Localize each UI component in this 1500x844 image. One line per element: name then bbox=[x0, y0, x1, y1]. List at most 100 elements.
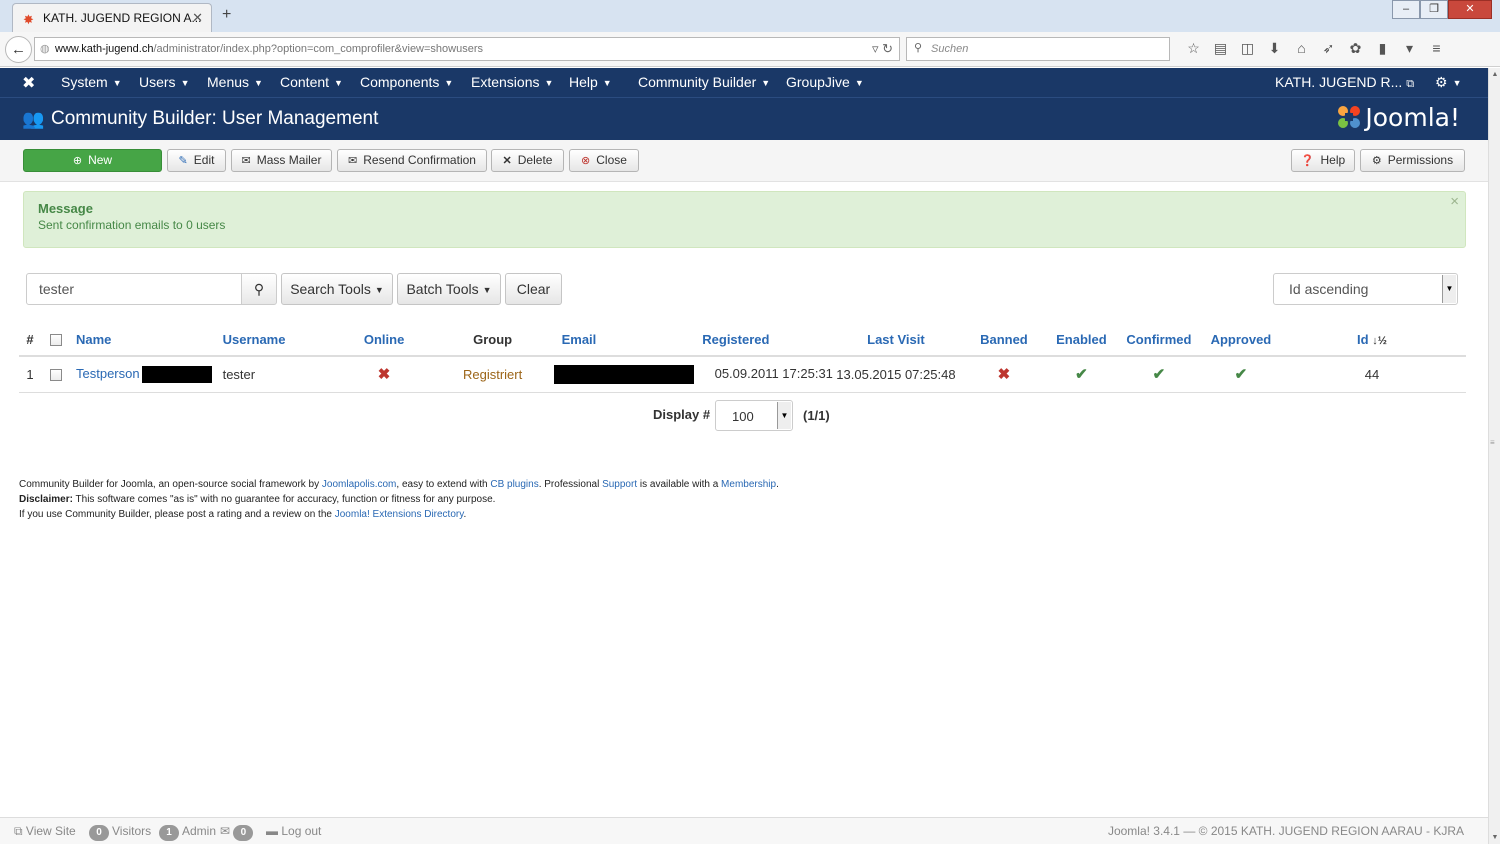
home-icon[interactable]: ⌂ bbox=[1288, 40, 1315, 57]
send-icon[interactable]: ➶ bbox=[1315, 40, 1342, 57]
minimize-icon[interactable]: – bbox=[1392, 0, 1420, 19]
address-bar[interactable]: ◍ www.kath-jugend.ch/administrator/index… bbox=[34, 37, 900, 61]
confirmed-cell[interactable]: ✔ bbox=[1113, 356, 1204, 393]
search-input[interactable]: tester bbox=[26, 273, 242, 305]
clear-button[interactable]: Clear bbox=[505, 273, 562, 305]
help-button[interactable]: ❓ Help bbox=[1291, 149, 1355, 172]
scroll-grip-icon[interactable]: ≡ bbox=[1490, 438, 1495, 447]
edit-button[interactable]: ✎ Edit bbox=[167, 149, 226, 172]
col-group: Group bbox=[431, 323, 554, 357]
row-select-cell bbox=[41, 356, 71, 393]
col-registered[interactable]: Registered bbox=[638, 323, 833, 357]
scroll-up-icon[interactable]: ▲ bbox=[1490, 71, 1500, 78]
joomla-brand-logo: Joomla! bbox=[1335, 103, 1460, 132]
new-tab-icon[interactable]: + bbox=[222, 6, 231, 24]
messages-status[interactable]: ✉ 0 bbox=[220, 824, 256, 841]
button-label: New bbox=[88, 153, 113, 167]
col-confirmed[interactable]: Confirmed bbox=[1113, 323, 1204, 357]
menu-content[interactable]: Content ▼ bbox=[280, 74, 343, 90]
footer-text: Community Builder for Joomla, an open-so… bbox=[19, 479, 322, 490]
minus-icon: ▬ bbox=[266, 824, 278, 838]
banned-cell[interactable]: ✖ bbox=[958, 356, 1049, 393]
close-button[interactable]: ⊗ Close bbox=[569, 149, 639, 172]
col-enabled[interactable]: Enabled bbox=[1048, 323, 1114, 357]
admin-badge: 1 bbox=[159, 825, 179, 841]
row-checkbox[interactable] bbox=[50, 369, 62, 382]
display-limit-select[interactable]: 100 ▼ bbox=[715, 400, 793, 431]
col-approved[interactable]: Approved bbox=[1203, 323, 1278, 357]
menu-menus[interactable]: Menus ▼ bbox=[207, 74, 263, 90]
footer-text: If you use Community Builder, please pos… bbox=[19, 509, 335, 520]
window-close-icon[interactable]: ✕ bbox=[1448, 0, 1492, 19]
addon-icon[interactable]: ✿ bbox=[1342, 40, 1369, 57]
search-tools-button[interactable]: Search Tools ▼ bbox=[281, 273, 393, 305]
new-button[interactable]: ⊕ New bbox=[23, 149, 162, 172]
view-site-link[interactable]: ⧉ View Site bbox=[14, 824, 76, 839]
dropdown-icon[interactable]: ▾ bbox=[1396, 40, 1423, 57]
membership-link[interactable]: Membership bbox=[721, 479, 776, 490]
col-email[interactable]: Email bbox=[553, 323, 639, 357]
menu-community-builder[interactable]: Community Builder ▼ bbox=[638, 74, 770, 90]
menu-label: Users bbox=[139, 74, 176, 90]
menu-label: Content bbox=[280, 74, 330, 90]
support-link[interactable]: Support bbox=[602, 479, 637, 490]
cb-plugins-link[interactable]: CB plugins bbox=[490, 479, 538, 490]
browser-search-field[interactable]: ⚲ Suchen bbox=[906, 37, 1170, 61]
menu-label: Components bbox=[360, 74, 440, 90]
external-link-icon: ⧉ bbox=[14, 824, 23, 838]
menu-users[interactable]: Users ▼ bbox=[139, 74, 189, 90]
reload-icon[interactable]: ▿ ↻ bbox=[872, 41, 893, 57]
permissions-button[interactable]: ⚙ Permissions bbox=[1360, 149, 1465, 172]
approved-cell[interactable]: ✔ bbox=[1203, 356, 1278, 393]
bookmark-star-icon[interactable]: ☆ bbox=[1180, 40, 1207, 57]
menu-system[interactable]: System ▼ bbox=[61, 74, 122, 90]
select-all-checkbox[interactable] bbox=[50, 334, 62, 347]
button-label: Batch Tools bbox=[406, 281, 479, 297]
dropdown-arrow-icon: ▼ bbox=[1442, 275, 1456, 303]
browser-tab[interactable]: ✸ KATH. JUGEND REGION A... ✕ bbox=[12, 3, 212, 32]
col-online[interactable]: Online bbox=[336, 323, 432, 357]
mass-mailer-button[interactable]: ✉ Mass Mailer bbox=[231, 149, 332, 172]
check-icon: ✔ bbox=[1152, 366, 1166, 384]
search-button[interactable]: ⚲ bbox=[241, 273, 277, 305]
caret-icon: ▼ bbox=[854, 78, 864, 88]
status-label: Visitors bbox=[112, 824, 152, 838]
clipboard-icon[interactable]: ▮ bbox=[1369, 40, 1396, 57]
delete-button[interactable]: ✕ Delete bbox=[491, 149, 564, 172]
menu-label: Help bbox=[569, 74, 598, 90]
menu-components[interactable]: Components ▼ bbox=[360, 74, 453, 90]
col-username[interactable]: Username bbox=[211, 323, 337, 357]
batch-tools-button[interactable]: Batch Tools ▼ bbox=[397, 273, 501, 305]
row-number: 1 bbox=[19, 356, 41, 393]
joomlapolis-link[interactable]: Joomlapolis.com bbox=[322, 479, 396, 490]
menu-help[interactable]: Help ▼ bbox=[569, 74, 612, 90]
site-name-link[interactable]: KATH. JUGEND R... ⧉ bbox=[1275, 74, 1414, 91]
logout-link[interactable]: ▬ Log out bbox=[266, 824, 321, 838]
redacted-email bbox=[553, 364, 694, 384]
back-icon[interactable]: ← bbox=[5, 36, 32, 63]
col-name[interactable]: Name bbox=[71, 323, 212, 357]
vertical-scrollbar[interactable]: ▲ ≡ ▼ bbox=[1488, 68, 1500, 844]
joomla-logo-icon[interactable]: ✖ bbox=[22, 73, 35, 93]
enabled-cell[interactable]: ✔ bbox=[1048, 356, 1114, 393]
hamburger-menu-icon[interactable]: ≡ bbox=[1423, 40, 1450, 57]
ordering-select[interactable]: Id ascending ▼ bbox=[1273, 273, 1458, 305]
restore-icon[interactable]: ❐ bbox=[1420, 0, 1448, 19]
pocket-icon[interactable]: ◫ bbox=[1234, 40, 1261, 57]
menu-groupjive[interactable]: GroupJive ▼ bbox=[786, 74, 864, 90]
col-last-visit[interactable]: Last Visit bbox=[832, 323, 959, 357]
reading-list-icon[interactable]: ▤ bbox=[1207, 40, 1234, 57]
col-id[interactable]: Id ↓½ bbox=[1277, 323, 1466, 357]
dismiss-icon[interactable]: × bbox=[1450, 193, 1459, 210]
close-tab-icon[interactable]: ✕ bbox=[192, 10, 203, 26]
menu-extensions[interactable]: Extensions ▼ bbox=[471, 74, 553, 90]
user-name-link[interactable]: Testperson bbox=[76, 366, 140, 381]
scroll-down-icon[interactable]: ▼ bbox=[1490, 834, 1500, 841]
resend-confirmation-button[interactable]: ✉ Resend Confirmation bbox=[337, 149, 487, 172]
jed-link[interactable]: Joomla! Extensions Directory bbox=[335, 509, 464, 520]
caret-icon: ▼ bbox=[180, 78, 190, 88]
col-banned[interactable]: Banned bbox=[958, 323, 1049, 357]
download-icon[interactable]: ⬇ bbox=[1261, 40, 1288, 57]
user-settings-menu[interactable]: ⚙ ▼ bbox=[1435, 74, 1461, 91]
button-label: Delete bbox=[517, 153, 553, 167]
